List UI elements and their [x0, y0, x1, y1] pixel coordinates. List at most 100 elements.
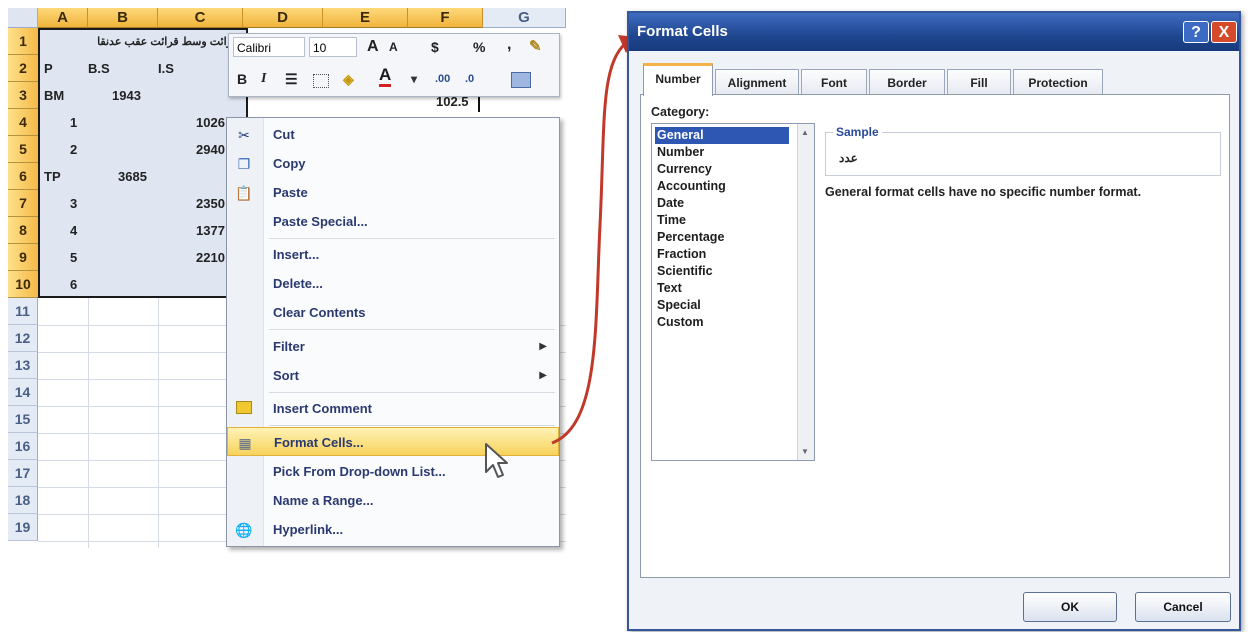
row-header-5[interactable]: 5	[8, 136, 38, 163]
cell-a10[interactable]: 6	[70, 271, 77, 299]
row-header-9[interactable]: 9	[8, 244, 38, 271]
menu-item-hyperlink[interactable]: 🌐 Hyperlink...	[227, 515, 559, 544]
cell-a8[interactable]: 4	[70, 217, 77, 245]
category-item-text[interactable]: Text	[655, 280, 684, 297]
cell-b6[interactable]: 3685	[118, 163, 147, 191]
cell-c9[interactable]: 2210	[196, 244, 225, 272]
font-color-button[interactable]: A	[379, 66, 392, 87]
row-header-19[interactable]: 19	[8, 514, 38, 541]
fill-color-icon[interactable]: ◈	[343, 68, 354, 90]
row-header-3[interactable]: 3	[8, 82, 38, 109]
tab-border[interactable]: Border	[869, 69, 945, 95]
menu-item-name-range[interactable]: Name a Range...	[227, 486, 559, 515]
category-item-fraction[interactable]: Fraction	[655, 246, 708, 263]
cell-b2[interactable]: B.S	[88, 55, 110, 83]
category-item-time[interactable]: Time	[655, 212, 688, 229]
row-header-8[interactable]: 8	[8, 217, 38, 244]
cell-a2[interactable]: P	[44, 55, 53, 83]
cancel-button[interactable]: Cancel	[1135, 592, 1231, 622]
decrease-decimal-icon[interactable]: .0	[465, 68, 474, 90]
category-scrollbar[interactable]: ▲ ▼	[797, 124, 814, 460]
category-item-currency[interactable]: Currency	[655, 161, 714, 178]
row-header-14[interactable]: 14	[8, 379, 38, 406]
font-name-box[interactable]: Calibri	[233, 37, 305, 57]
menu-item-insert-comment[interactable]: Insert Comment	[227, 394, 559, 423]
tab-fill[interactable]: Fill	[947, 69, 1011, 95]
percent-button[interactable]: %	[473, 36, 485, 58]
tab-font[interactable]: Font	[801, 69, 867, 95]
font-size-box[interactable]: 10	[309, 37, 357, 57]
row-header-13[interactable]: 13	[8, 352, 38, 379]
column-header-d[interactable]: D	[243, 8, 323, 28]
category-item-special[interactable]: Special	[655, 297, 703, 314]
chevron-down-icon[interactable]: ▾	[411, 68, 417, 90]
row-header-2[interactable]: 2	[8, 55, 38, 82]
help-button[interactable]: ?	[1183, 21, 1209, 43]
comma-button[interactable]: ,	[507, 34, 511, 56]
menu-item-copy[interactable]: ❐ Copy	[227, 149, 559, 178]
row-header-16[interactable]: 16	[8, 433, 38, 460]
scroll-down-icon[interactable]: ▼	[801, 447, 809, 456]
bold-button[interactable]: B	[237, 68, 247, 90]
column-header-c[interactable]: C	[158, 8, 243, 28]
currency-button[interactable]: $	[431, 36, 439, 58]
category-item-scientific[interactable]: Scientific	[655, 263, 715, 280]
cell-c5[interactable]: 2940	[196, 136, 225, 164]
row-header-12[interactable]: 12	[8, 325, 38, 352]
cell-b3[interactable]: 1943	[112, 82, 141, 110]
column-header-f[interactable]: F	[408, 8, 483, 28]
row-header-17[interactable]: 17	[8, 460, 38, 487]
menu-item-cut[interactable]: ✂ Cut	[227, 120, 559, 149]
column-header-a[interactable]: A	[38, 8, 88, 28]
close-button[interactable]: X	[1211, 21, 1237, 43]
cell-a4[interactable]: 1	[70, 109, 77, 137]
cell-a3[interactable]: BM	[44, 82, 64, 110]
cell-a7[interactable]: 3	[70, 190, 77, 218]
menu-item-clear-contents[interactable]: Clear Contents	[227, 298, 559, 327]
row-header-10[interactable]: 10	[8, 271, 38, 298]
grow-font-button[interactable]: A	[367, 36, 379, 58]
borders-icon[interactable]	[313, 74, 329, 88]
tab-number[interactable]: Number	[643, 63, 713, 96]
category-item-percentage[interactable]: Percentage	[655, 229, 726, 246]
category-list[interactable]: General Number Currency Accounting Date …	[651, 123, 815, 461]
category-item-date[interactable]: Date	[655, 195, 686, 212]
menu-item-insert[interactable]: Insert...	[227, 240, 559, 269]
merge-cells-icon[interactable]	[511, 72, 531, 88]
cell-a9[interactable]: 5	[70, 244, 77, 272]
menu-item-sort[interactable]: Sort ▶	[227, 361, 559, 390]
cell-a5[interactable]: 2	[70, 136, 77, 164]
tab-alignment[interactable]: Alignment	[715, 69, 799, 95]
align-center-icon[interactable]: ☰	[285, 68, 298, 90]
cell-r1-header[interactable]: قرائت وسط قرائت عقب عدنقا	[46, 28, 238, 56]
scroll-up-icon[interactable]: ▲	[801, 128, 809, 137]
cell-c8[interactable]: 1377	[196, 217, 225, 245]
cell-c4[interactable]: 1026	[196, 109, 225, 137]
category-item-accounting[interactable]: Accounting	[655, 178, 728, 195]
cell-c2[interactable]: I.S	[158, 55, 174, 83]
cell-a6[interactable]: TP	[44, 163, 61, 191]
category-item-number[interactable]: Number	[655, 144, 706, 161]
cell-c7[interactable]: 2350	[196, 190, 225, 218]
menu-item-filter[interactable]: Filter ▶	[227, 332, 559, 361]
italic-button[interactable]: I	[261, 68, 266, 90]
row-header-11[interactable]: 11	[8, 298, 38, 325]
row-header-6[interactable]: 6	[8, 163, 38, 190]
column-header-e[interactable]: E	[323, 8, 408, 28]
column-header-b[interactable]: B	[88, 8, 158, 28]
ok-button[interactable]: OK	[1023, 592, 1117, 622]
menu-item-paste[interactable]: 📋 Paste	[227, 178, 559, 207]
shrink-font-button[interactable]: A	[389, 36, 398, 58]
tab-protection[interactable]: Protection	[1013, 69, 1103, 95]
increase-decimal-icon[interactable]: .00	[435, 68, 450, 90]
row-header-18[interactable]: 18	[8, 487, 38, 514]
category-item-custom[interactable]: Custom	[655, 314, 706, 331]
menu-item-delete[interactable]: Delete...	[227, 269, 559, 298]
row-header-4[interactable]: 4	[8, 109, 38, 136]
select-all-corner[interactable]	[8, 8, 38, 28]
row-header-7[interactable]: 7	[8, 190, 38, 217]
row-header-1[interactable]: 1	[8, 28, 38, 55]
row-header-15[interactable]: 15	[8, 406, 38, 433]
menu-item-paste-special[interactable]: Paste Special...	[227, 207, 559, 236]
category-item-general[interactable]: General	[655, 127, 789, 144]
